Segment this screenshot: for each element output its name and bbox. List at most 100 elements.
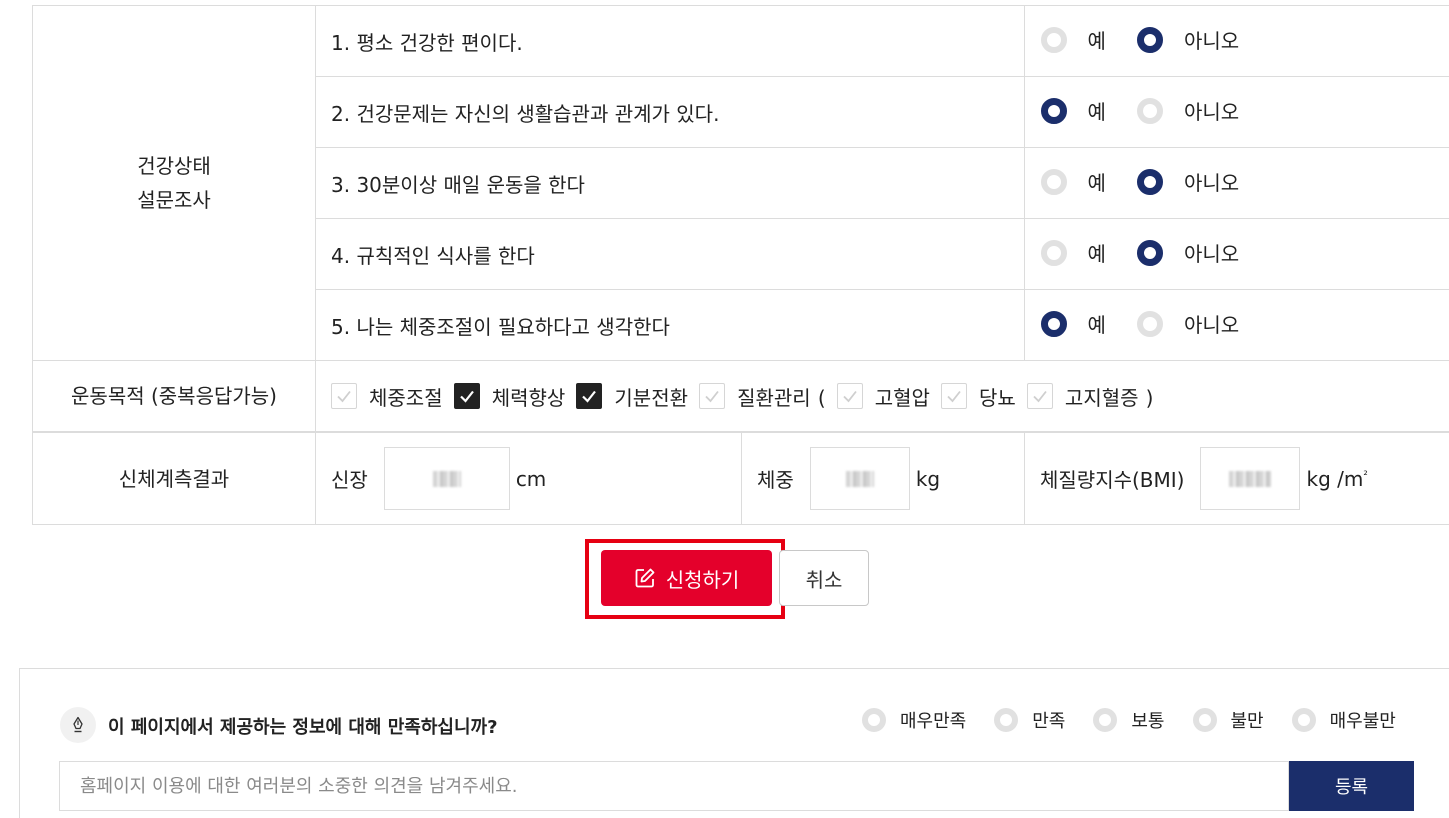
health-survey-label-line2: 설문조사 <box>137 188 211 212</box>
radio-button[interactable] <box>1040 97 1067 124</box>
bmi-cell: 체질량지수(BMI) kg /m² <box>1024 432 1449 525</box>
yes-label: 예 <box>1087 29 1106 54</box>
bmi-label: 체질량지수(BMI) <box>1040 468 1185 492</box>
bmi-unit-text: kg /m <box>1306 466 1364 491</box>
radio-button[interactable] <box>1040 26 1067 53</box>
height-label: 신장 <box>331 468 368 492</box>
q4-no-option[interactable]: 아니오 <box>1137 238 1239 267</box>
purpose-option-diabetes[interactable]: 당뇨 <box>941 382 1016 411</box>
bmi-input[interactable] <box>1200 447 1301 510</box>
satisfaction-feedback-panel: 이 페이지에서 제공하는 정보에 대해 만족하십니까? 매우만족 만족 보통 불… <box>19 668 1449 818</box>
q2-yes-option[interactable]: 예 <box>1040 96 1106 125</box>
satisfaction-satisfied[interactable]: 만족 <box>994 707 1065 733</box>
satisfaction-very-dissatisfied[interactable]: 매우불만 <box>1291 707 1396 733</box>
survey-answer-2: 예 아니오 <box>1023 76 1449 148</box>
option-label: 만족 <box>1032 711 1066 732</box>
option-label: 매우불만 <box>1329 711 1396 732</box>
yes-label: 예 <box>1087 313 1106 338</box>
weight-unit: kg <box>915 466 941 491</box>
feedback-input[interactable] <box>59 761 1289 811</box>
yes-label: 예 <box>1087 171 1106 196</box>
apply-label: 신청하기 <box>665 567 740 592</box>
radio-button[interactable] <box>1040 239 1067 266</box>
edit-icon <box>635 568 655 588</box>
satisfaction-dissatisfied[interactable]: 불만 <box>1192 707 1264 733</box>
checkbox[interactable] <box>699 383 726 409</box>
cancel-button[interactable]: 취소 <box>779 550 869 606</box>
yes-label: 예 <box>1087 242 1106 267</box>
survey-question-2: 2. 건강문제는 자신의 생활습관과 관계가 있다. <box>315 76 1025 148</box>
radio-button[interactable] <box>1040 168 1067 195</box>
paren-open: ( <box>817 386 826 410</box>
option-label: 불만 <box>1230 711 1264 732</box>
height-unit: cm <box>515 466 547 491</box>
purpose-option-weight[interactable]: 체중조절 <box>331 382 443 411</box>
checkbox[interactable] <box>836 383 863 409</box>
radio-button[interactable] <box>862 708 886 732</box>
purpose-option-hypertension[interactable]: 고혈압 <box>836 382 930 411</box>
survey-answer-5: 예 아니오 <box>1023 289 1449 361</box>
blurred-value <box>1229 470 1272 487</box>
option-label: 질환관리 <box>737 385 811 410</box>
radio-button[interactable] <box>1137 97 1163 124</box>
checkbox[interactable] <box>576 383 603 409</box>
check-icon <box>947 390 961 403</box>
application-form-table: 건강상태 설문조사 1. 평소 건강한 편이다. 예 아니오 2. 건강문제는 … <box>32 5 1449 432</box>
measurement-label: 신체계측결과 <box>32 432 316 525</box>
checkbox[interactable] <box>453 383 480 409</box>
satisfaction-options: 매우만족 만족 보통 불만 매우불만 <box>862 707 1396 733</box>
measurement-table: 신체계측결과 신장 cm 체중 kg 체질량지수(BMI) kg /m² <box>32 432 1449 525</box>
q4-yes-option[interactable]: 예 <box>1040 238 1106 267</box>
survey-question-3: 3. 30분이상 매일 운동을 한다 <box>315 147 1025 219</box>
check-icon <box>843 390 857 403</box>
radio-button[interactable] <box>1137 168 1163 195</box>
health-survey-label-line1: 건강상태 <box>137 154 211 178</box>
q5-yes-option[interactable]: 예 <box>1040 309 1106 338</box>
radio-button[interactable] <box>1093 708 1118 732</box>
submit-feedback-button[interactable]: 등록 <box>1289 761 1414 811</box>
paren-close: ) <box>1145 386 1154 410</box>
bmi-unit: kg /m² <box>1306 467 1367 491</box>
no-label: 아니오 <box>1184 100 1240 125</box>
height-input[interactable] <box>383 447 510 510</box>
no-label: 아니오 <box>1184 242 1240 267</box>
radio-button[interactable] <box>1040 310 1067 337</box>
purpose-option-disease[interactable]: 질환관리 <box>699 382 811 411</box>
q3-no-option[interactable]: 아니오 <box>1137 167 1239 196</box>
apply-button[interactable]: 신청하기 <box>601 550 772 606</box>
radio-button[interactable] <box>1137 239 1163 266</box>
checkbox[interactable] <box>941 383 968 409</box>
q3-yes-option[interactable]: 예 <box>1040 167 1106 196</box>
yes-label: 예 <box>1087 100 1106 125</box>
check-icon <box>337 390 351 403</box>
purpose-option-mood[interactable]: 기분전환 <box>576 382 688 411</box>
satisfaction-question: 이 페이지에서 제공하는 정보에 대해 만족하십니까? <box>108 717 498 738</box>
weight-input[interactable] <box>809 447 910 510</box>
satisfaction-neutral[interactable]: 보통 <box>1093 707 1165 733</box>
option-label: 기분전환 <box>614 385 689 410</box>
q1-yes-option[interactable]: 예 <box>1040 25 1106 54</box>
bmi-unit-sup: ² <box>1363 467 1368 481</box>
q2-no-option[interactable]: 아니오 <box>1137 96 1239 125</box>
weight-cell: 체중 kg <box>741 432 1025 525</box>
radio-button[interactable] <box>1192 708 1217 732</box>
no-label: 아니오 <box>1184 313 1240 338</box>
check-icon <box>582 390 597 403</box>
radio-button[interactable] <box>1137 26 1163 53</box>
pen-nib-icon <box>60 707 96 743</box>
option-label: 고지혈증 <box>1064 385 1139 410</box>
radio-button[interactable] <box>994 708 1019 732</box>
checkbox[interactable] <box>331 383 357 409</box>
q1-no-option[interactable]: 아니오 <box>1137 25 1239 54</box>
option-label: 당뇨 <box>979 385 1016 410</box>
radio-button[interactable] <box>1291 708 1316 732</box>
height-cell: 신장 cm <box>315 432 742 525</box>
q5-no-option[interactable]: 아니오 <box>1137 309 1239 338</box>
satisfaction-very-satisfied[interactable]: 매우만족 <box>862 707 966 733</box>
purpose-option-fitness[interactable]: 체력향상 <box>453 382 565 411</box>
radio-button[interactable] <box>1137 310 1163 337</box>
survey-answer-3: 예 아니오 <box>1023 147 1449 219</box>
purpose-option-hyperlipidemia[interactable]: 고지혈증 <box>1026 382 1139 411</box>
check-icon <box>705 390 719 403</box>
checkbox[interactable] <box>1026 383 1053 409</box>
